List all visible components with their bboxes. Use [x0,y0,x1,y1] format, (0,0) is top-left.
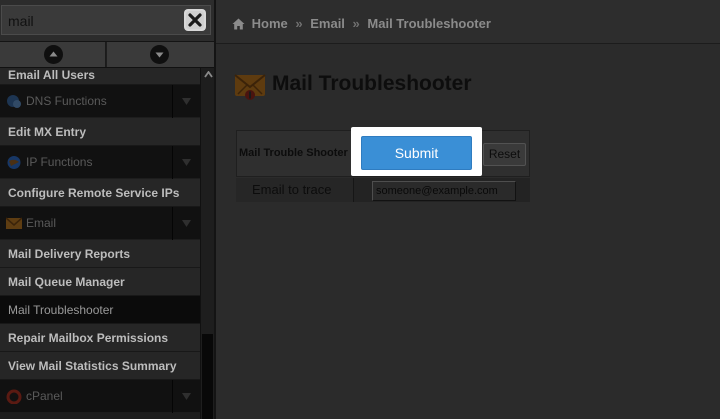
home-icon[interactable] [232,18,245,30]
sidebar-scrollbar[interactable] [200,68,214,419]
form-header-label: Mail Trouble Shooter [239,147,348,159]
email-label-cell: Email to trace [236,178,354,202]
ip-globe-icon [6,155,22,170]
sidebar-group-dns-functions[interactable]: DNS Functions [0,85,200,118]
sidebar-item-email-all-users[interactable]: Email All Users [0,68,200,85]
sidebar: Email All Users DNS Functions Edit MX En… [0,0,214,419]
scroll-menu-up-button[interactable] [0,42,106,67]
email-field-label: Email to trace [252,182,332,197]
sidebar-group-label: Email [26,216,57,230]
main-content: Mail Troubleshooter Mail Trouble Shooter… [216,44,720,419]
breadcrumb-home-link[interactable]: Home [252,16,288,31]
clear-search-icon[interactable] [184,9,206,31]
sidebar-item-view-mail-statistics-summary[interactable]: View Mail Statistics Summary [0,352,200,380]
sidebar-group-ip-functions[interactable]: IP Functions [0,146,200,179]
sidebar-group-label: cPanel [26,389,63,403]
sidebar-group-label: DNS Functions [26,94,107,108]
header-bar: Home » Email » Mail Troubleshooter [216,0,720,44]
chevron-down-icon [150,45,169,64]
chevron-up-icon [44,45,63,64]
sidebar-item-mail-queue-manager[interactable]: Mail Queue Manager [0,268,200,296]
sidebar-menu: Email All Users DNS Functions Edit MX En… [0,68,200,419]
sidebar-item-mail-delivery-reports[interactable]: Mail Delivery Reports [0,240,200,268]
sidebar-group-label: IP Functions [26,155,93,169]
sidebar-group-email[interactable]: Email [0,207,200,240]
email-row: Email to trace [236,178,530,202]
breadcrumb: Home » Email » Mail Troubleshooter [232,15,491,31]
reset-button[interactable]: Reset [483,143,526,166]
sidebar-search-bar [0,0,214,42]
sidebar-group-cpanel[interactable]: cPanel [0,380,200,413]
chevron-down-icon[interactable] [172,380,200,413]
scrollbar-thumb[interactable] [202,334,213,419]
chevron-down-icon[interactable] [172,85,200,118]
submit-button[interactable]: Submit [361,136,472,170]
mail-troubleshooter-icon [234,70,266,102]
breadcrumb-separator: » [295,16,303,32]
search-input[interactable] [8,11,168,31]
page-title-text: Mail Troubleshooter [272,72,472,95]
scroll-up-arrow-icon[interactable] [201,68,215,82]
chevron-down-icon[interactable] [172,146,200,179]
search-box [1,5,211,35]
chevron-down-icon[interactable] [172,207,200,240]
breadcrumb-email-link[interactable]: Email [310,16,345,31]
cpanel-logo-icon [6,389,22,404]
scroll-menu-down-button[interactable] [107,42,214,67]
sidebar-item-configure-remote-service-ips[interactable]: Configure Remote Service IPs [0,179,200,207]
breadcrumb-separator: » [352,16,360,32]
envelope-icon [6,216,22,231]
sidebar-scroll-controls [0,42,214,68]
sidebar-item-edit-mx-entry[interactable]: Edit MX Entry [0,118,200,146]
sidebar-item-repair-mailbox-permissions[interactable]: Repair Mailbox Permissions [0,324,200,352]
sidebar-item-mail-troubleshooter[interactable]: Mail Troubleshooter [0,296,200,324]
email-to-trace-input[interactable] [372,181,516,201]
dns-globe-icon [6,94,22,109]
breadcrumb-current: Mail Troubleshooter [367,16,491,32]
